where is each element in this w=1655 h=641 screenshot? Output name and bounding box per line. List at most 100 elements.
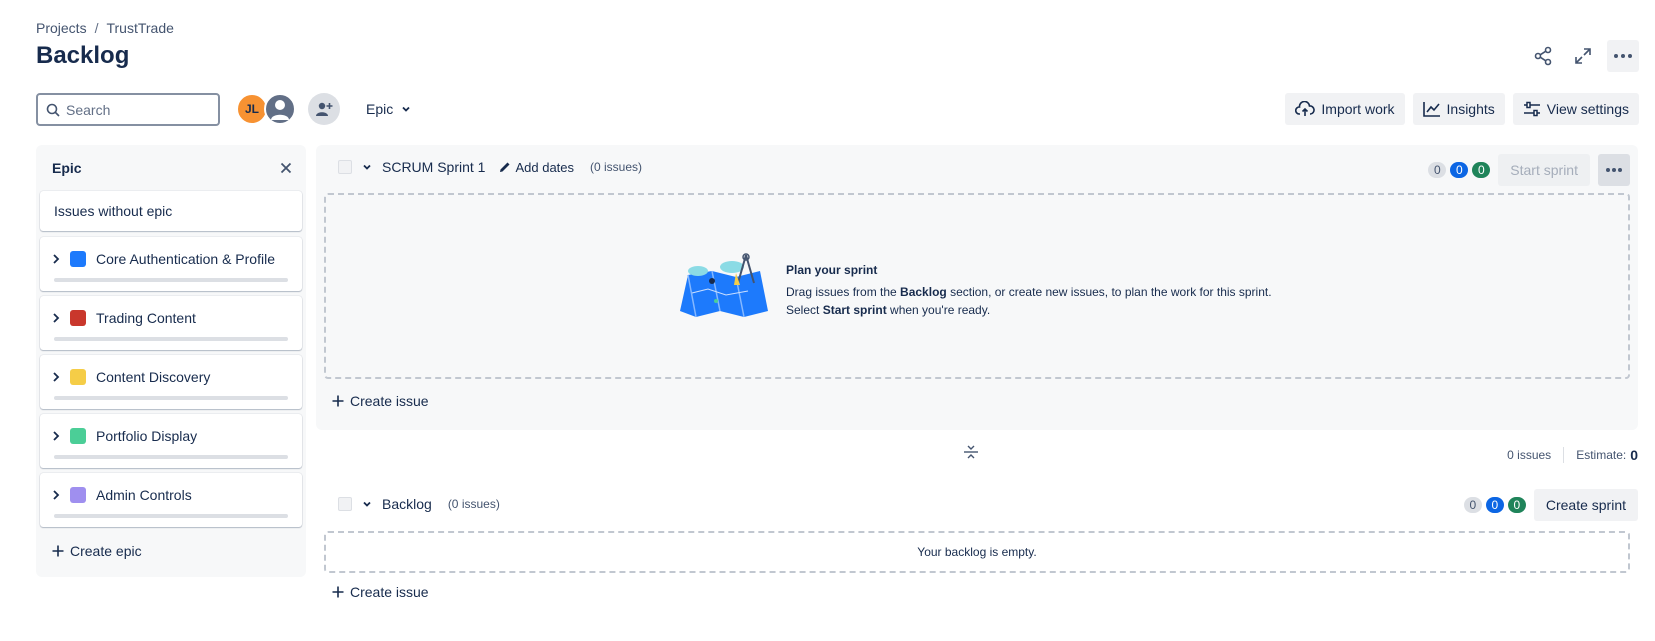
todo-count-badge: 0 — [1463, 497, 1482, 513]
total-issues: 0 issues — [1507, 448, 1552, 462]
epic-row: Trading Content — [52, 310, 196, 326]
start-sprint-button[interactable]: Start sprint — [1498, 154, 1590, 186]
plus-icon — [332, 395, 344, 407]
estimate-label: Estimate: — [1576, 448, 1627, 462]
chevron-right-icon[interactable] — [52, 490, 60, 500]
breadcrumb: Projects / TrustTrade — [36, 20, 174, 36]
epic-item[interactable]: Core Authentication & Profile — [40, 237, 302, 291]
view-settings-button[interactable]: View settings — [1512, 93, 1639, 125]
plan-sprint-message: Plan your sprint Drag issues from the Ba… — [786, 261, 1272, 319]
epic-row: Portfolio Display — [52, 428, 197, 444]
breadcrumb-project-link[interactable]: TrustTrade — [106, 20, 173, 36]
avatar-user[interactable] — [264, 93, 296, 125]
epic-progress-bar — [54, 396, 288, 400]
epic-color-swatch — [70, 369, 86, 385]
epic-panel-title: Epic — [52, 160, 82, 176]
sprint-select-checkbox[interactable] — [338, 160, 352, 174]
fullscreen-button[interactable] — [1567, 40, 1599, 72]
epic-item[interactable]: Admin Controls — [40, 473, 302, 527]
plan-sprint-line-1: Drag issues from the Backlog section, or… — [786, 283, 1272, 301]
chevron-right-icon[interactable] — [52, 372, 60, 382]
epic-panel-header: Epic — [36, 145, 306, 191]
plus-icon — [332, 586, 344, 598]
epic-name: Core Authentication & Profile — [96, 251, 275, 267]
chevron-right-icon[interactable] — [52, 313, 60, 323]
epic-item[interactable]: Trading Content — [40, 296, 302, 350]
estimate-value: 0 — [1630, 447, 1638, 463]
epic-name: Portfolio Display — [96, 428, 198, 444]
backlog-header: Backlog (0 issues) — [338, 496, 500, 512]
backlog-issue-count: (0 issues) — [447, 497, 500, 511]
epic-row: Core Authentication & Profile — [52, 251, 275, 267]
more-icon — [1614, 54, 1632, 58]
chevron-down-icon[interactable] — [362, 499, 372, 509]
epic-color-swatch — [70, 251, 86, 267]
epic-filter-dropdown[interactable]: Epic — [358, 93, 419, 125]
epic-row: Content Discovery — [52, 369, 210, 385]
sprint-name: SCRUM Sprint 1 — [382, 159, 486, 175]
chevron-down-icon — [402, 106, 410, 112]
sprint-drop-zone[interactable]: Plan your sprint Drag issues from the Ba… — [324, 193, 1630, 379]
backlog-select-checkbox[interactable] — [338, 497, 352, 511]
chevron-right-icon[interactable] — [52, 431, 60, 441]
create-issue-label: Create issue — [350, 584, 429, 600]
header-actions — [1527, 40, 1639, 72]
epic-name: Content Discovery — [96, 369, 211, 385]
import-work-button[interactable]: Import work — [1285, 93, 1405, 125]
plan-sprint-title: Plan your sprint — [786, 263, 878, 277]
epic-progress-bar — [54, 514, 288, 518]
sprint-status-counts: 0 0 0 — [1428, 162, 1491, 178]
fullscreen-icon — [1575, 48, 1591, 64]
user-icon — [271, 100, 289, 120]
sprint-issue-count: (0 issues) — [590, 160, 643, 174]
epic-progress-bar — [54, 278, 288, 282]
share-button[interactable] — [1527, 40, 1559, 72]
insights-label: Insights — [1446, 101, 1495, 117]
in-progress-count-badge: 0 — [1450, 162, 1469, 178]
create-epic-label: Create epic — [70, 543, 142, 559]
add-dates-label: Add dates — [515, 159, 575, 175]
backlog-create-issue-button[interactable]: Create issue — [332, 584, 429, 600]
more-icon — [1606, 168, 1622, 172]
add-people-button[interactable] — [308, 93, 340, 125]
epic-item[interactable]: Content Discovery — [40, 355, 302, 409]
epic-color-swatch — [70, 487, 86, 503]
sliders-icon — [1523, 101, 1540, 117]
epic-progress-bar — [54, 455, 288, 459]
backlog-name: Backlog — [382, 496, 432, 512]
pencil-icon — [500, 162, 510, 172]
plan-sprint-line-2: Select Start sprint when you're ready. — [786, 301, 1272, 319]
resize-handle-icon[interactable] — [963, 443, 979, 461]
text-fragment: when you're ready. — [886, 303, 991, 317]
create-issue-label: Create issue — [350, 393, 429, 409]
close-icon[interactable] — [280, 162, 292, 174]
epic-name: Trading Content — [96, 310, 196, 326]
backlog-actions: 0 0 0 Create sprint — [1463, 489, 1638, 521]
sprint-container: SCRUM Sprint 1 Add dates (0 issues) 0 0 … — [316, 145, 1638, 430]
chevron-down-icon[interactable] — [362, 162, 372, 172]
epic-progress-bar — [54, 337, 288, 341]
sprint-more-button[interactable] — [1598, 154, 1630, 186]
add-dates-button[interactable]: Add dates — [499, 160, 574, 175]
sprint-create-issue-button[interactable]: Create issue — [332, 393, 429, 409]
epic-item[interactable]: Portfolio Display — [40, 414, 302, 468]
search-input[interactable] — [66, 101, 206, 118]
backlog-emphasis: Backlog — [900, 285, 947, 299]
cloud-upload-icon — [1295, 101, 1316, 116]
create-epic-button[interactable]: Create epic — [52, 543, 142, 559]
breadcrumb-projects-link[interactable]: Projects — [36, 20, 87, 36]
page-title: Backlog — [36, 42, 130, 69]
insights-icon — [1422, 102, 1440, 117]
view-settings-label: View settings — [1546, 101, 1629, 117]
chevron-right-icon[interactable] — [52, 254, 60, 264]
issues-without-epic[interactable]: Issues without epic — [40, 191, 302, 231]
insights-button[interactable]: Insights — [1412, 93, 1505, 125]
epic-row: Admin Controls — [52, 487, 192, 503]
totals-divider — [1563, 447, 1565, 463]
create-sprint-button[interactable]: Create sprint — [1533, 489, 1638, 521]
more-actions-button[interactable] — [1607, 40, 1639, 72]
import-work-label: Import work — [1321, 101, 1395, 117]
done-count-badge: 0 — [1472, 162, 1491, 178]
avatar-group: JL — [236, 93, 296, 125]
text-fragment: section, or create new issues, to plan t… — [946, 285, 1272, 299]
